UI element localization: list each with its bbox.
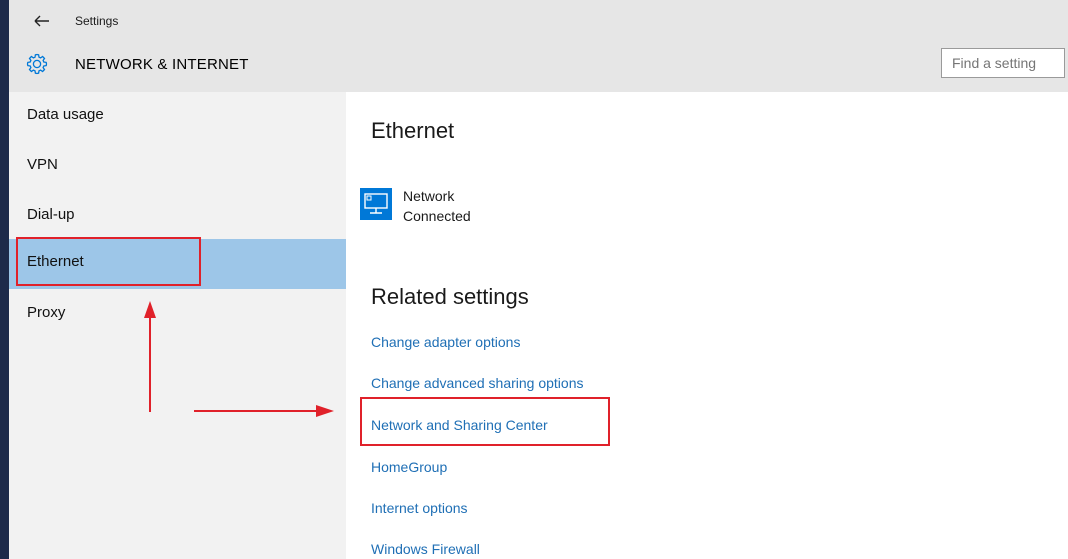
network-name[interactable]: Network bbox=[403, 188, 454, 204]
section-title: NETWORK & INTERNET bbox=[75, 56, 249, 73]
related-settings-heading: Related settings bbox=[371, 284, 529, 309]
link-change-adapter-options[interactable]: Change adapter options bbox=[371, 334, 520, 350]
link-change-advanced-sharing-options[interactable]: Change advanced sharing options bbox=[371, 375, 584, 391]
sidebar-item-vpn[interactable]: VPN bbox=[9, 142, 346, 192]
app-title: Settings bbox=[75, 14, 119, 28]
sidebar-item-label: Dial-up bbox=[27, 206, 75, 223]
link-windows-firewall[interactable]: Windows Firewall bbox=[371, 541, 480, 557]
header: Settings NETWORK & INTERNET bbox=[9, 0, 1068, 92]
main-content: Ethernet Network Connected Related setti… bbox=[346, 92, 1068, 559]
network-status: Connected bbox=[403, 208, 471, 224]
sidebar-item-label: Proxy bbox=[27, 304, 66, 321]
link-internet-options[interactable]: Internet options bbox=[371, 500, 468, 516]
sidebar: Data usage VPN Dial-up Ethernet Proxy bbox=[9, 92, 346, 559]
settings-window: Settings NETWORK & INTERNET Data usage V… bbox=[0, 0, 1068, 559]
back-arrow-icon[interactable] bbox=[33, 12, 51, 30]
sidebar-item-label: Data usage bbox=[27, 106, 104, 123]
search-input[interactable] bbox=[941, 48, 1065, 78]
gear-icon bbox=[26, 53, 48, 75]
link-homegroup[interactable]: HomeGroup bbox=[371, 459, 447, 475]
annotation-box-sharing-center bbox=[360, 397, 610, 446]
sidebar-item-label: VPN bbox=[27, 156, 58, 173]
sidebar-item-dial-up[interactable]: Dial-up bbox=[9, 192, 346, 242]
sidebar-item-proxy[interactable]: Proxy bbox=[9, 290, 346, 340]
page-title: Ethernet bbox=[371, 118, 455, 143]
sidebar-item-data-usage[interactable]: Data usage bbox=[9, 92, 346, 142]
annotation-box-ethernet bbox=[16, 237, 201, 286]
ethernet-monitor-icon[interactable] bbox=[360, 188, 392, 220]
window-left-border bbox=[0, 0, 9, 559]
